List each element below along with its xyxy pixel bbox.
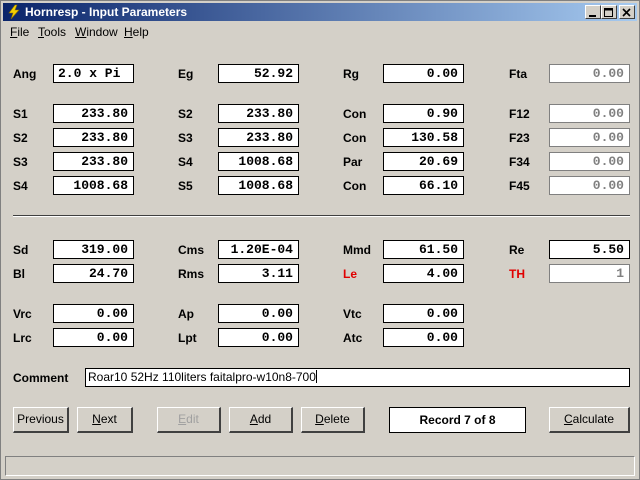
sd-field[interactable]: 319.00 <box>53 240 134 259</box>
previous-button[interactable]: Previous <box>13 407 69 433</box>
vrc-label: Vrc <box>13 307 32 321</box>
con1-field[interactable]: 0.90 <box>383 104 464 123</box>
add-button[interactable]: Add <box>229 407 293 433</box>
vtc-label: Vtc <box>343 307 362 321</box>
mmd-field[interactable]: 61.50 <box>383 240 464 259</box>
par-field[interactable]: 20.69 <box>383 152 464 171</box>
atc-label: Atc <box>343 331 363 345</box>
rg-field[interactable]: 0.00 <box>383 64 464 83</box>
con3-field[interactable]: 66.10 <box>383 176 464 195</box>
close-button[interactable] <box>619 5 635 19</box>
maximize-button[interactable] <box>601 5 617 19</box>
bl-field[interactable]: 24.70 <box>53 264 134 283</box>
vtc-field[interactable]: 0.00 <box>383 304 464 323</box>
minimize-button[interactable] <box>585 5 601 19</box>
minimize-icon <box>589 15 596 17</box>
status-bar <box>5 456 635 476</box>
cms-field[interactable]: 1.20E-04 <box>218 240 299 259</box>
record-indicator: Record 7 of 8 <box>389 407 526 433</box>
par-label: Par <box>343 155 363 169</box>
s2-right-label: S2 <box>178 107 193 121</box>
delete-button[interactable]: Delete <box>301 407 365 433</box>
re-label: Re <box>509 243 525 257</box>
menu-help[interactable]: Help <box>124 25 149 39</box>
cms-label: Cms <box>178 243 205 257</box>
vrc-field[interactable]: 0.00 <box>53 304 134 323</box>
comment-text: Roar10 52Hz 110liters faitalpro-w10n8-70… <box>88 370 316 384</box>
f34-label: F34 <box>509 155 530 169</box>
eg-field[interactable]: 52.92 <box>218 64 299 83</box>
lightning-bolt-icon <box>8 4 20 20</box>
lpt-field[interactable]: 0.00 <box>218 328 299 347</box>
s1-field[interactable]: 233.80 <box>53 104 134 123</box>
menu-bar: File Tools Window Help <box>3 23 637 41</box>
lrc-field[interactable]: 0.00 <box>53 328 134 347</box>
f34-field: 0.00 <box>549 152 630 171</box>
s4-right-field[interactable]: 1008.68 <box>218 152 299 171</box>
f45-label: F45 <box>509 179 530 193</box>
s2-field[interactable]: 233.80 <box>53 128 134 147</box>
close-icon <box>622 8 631 17</box>
eg-label: Eg <box>178 67 194 81</box>
s3-right-field[interactable]: 233.80 <box>218 128 299 147</box>
le-label[interactable]: Le <box>343 267 357 281</box>
calculate-button[interactable]: Calculate <box>549 407 630 433</box>
con1-label: Con <box>343 107 367 121</box>
s2-label: S2 <box>13 131 28 145</box>
bl-label: Bl <box>13 267 25 281</box>
s4-right-label: S4 <box>178 155 193 169</box>
title-bar[interactable]: Hornresp - Input Parameters <box>3 3 637 21</box>
f12-label: F12 <box>509 107 530 121</box>
th-field: 1 <box>549 264 630 283</box>
menu-window[interactable]: Window <box>75 25 118 39</box>
sd-label: Sd <box>13 243 29 257</box>
s5-right-field[interactable]: 1008.68 <box>218 176 299 195</box>
comment-field[interactable]: Roar10 52Hz 110liters faitalpro-w10n8-70… <box>85 368 630 387</box>
f23-field: 0.00 <box>549 128 630 147</box>
f12-field: 0.00 <box>549 104 630 123</box>
rg-label: Rg <box>343 67 359 81</box>
text-cursor <box>315 370 317 383</box>
comment-label: Comment <box>13 371 69 385</box>
lpt-label: Lpt <box>178 331 197 345</box>
fta-label: Fta <box>509 67 527 81</box>
menu-file[interactable]: File <box>10 25 29 39</box>
s3-label: S3 <box>13 155 28 169</box>
f45-field: 0.00 <box>549 176 630 195</box>
con3-label: Con <box>343 179 367 193</box>
ang-label: Ang <box>13 67 37 81</box>
s1-label: S1 <box>13 107 28 121</box>
rms-label: Rms <box>178 267 205 281</box>
hornresp-window: Hornresp - Input Parameters File Tools W… <box>0 0 640 480</box>
ap-field[interactable]: 0.00 <box>218 304 299 323</box>
mmd-label: Mmd <box>343 243 371 257</box>
next-button[interactable]: Next <box>77 407 133 433</box>
s5-right-label: S5 <box>178 179 193 193</box>
atc-field[interactable]: 0.00 <box>383 328 464 347</box>
edit-button[interactable]: Edit <box>157 407 221 433</box>
window-title: Hornresp - Input Parameters <box>25 5 188 19</box>
menu-tools[interactable]: Tools <box>38 25 66 39</box>
maximize-icon <box>604 8 613 17</box>
th-label[interactable]: TH <box>509 267 525 281</box>
le-field[interactable]: 4.00 <box>383 264 464 283</box>
f23-label: F23 <box>509 131 530 145</box>
s3-field[interactable]: 233.80 <box>53 152 134 171</box>
lrc-label: Lrc <box>13 331 32 345</box>
con2-label: Con <box>343 131 367 145</box>
s4-field[interactable]: 1008.68 <box>53 176 134 195</box>
s3-right-label: S3 <box>178 131 193 145</box>
re-field[interactable]: 5.50 <box>549 240 630 259</box>
section-divider <box>13 215 630 217</box>
fta-field: 0.00 <box>549 64 630 83</box>
s2-right-field[interactable]: 233.80 <box>218 104 299 123</box>
ang-field[interactable]: 2.0 x Pi <box>53 64 134 83</box>
s4-label: S4 <box>13 179 28 193</box>
ap-label: Ap <box>178 307 194 321</box>
con2-field[interactable]: 130.58 <box>383 128 464 147</box>
rms-field[interactable]: 3.11 <box>218 264 299 283</box>
